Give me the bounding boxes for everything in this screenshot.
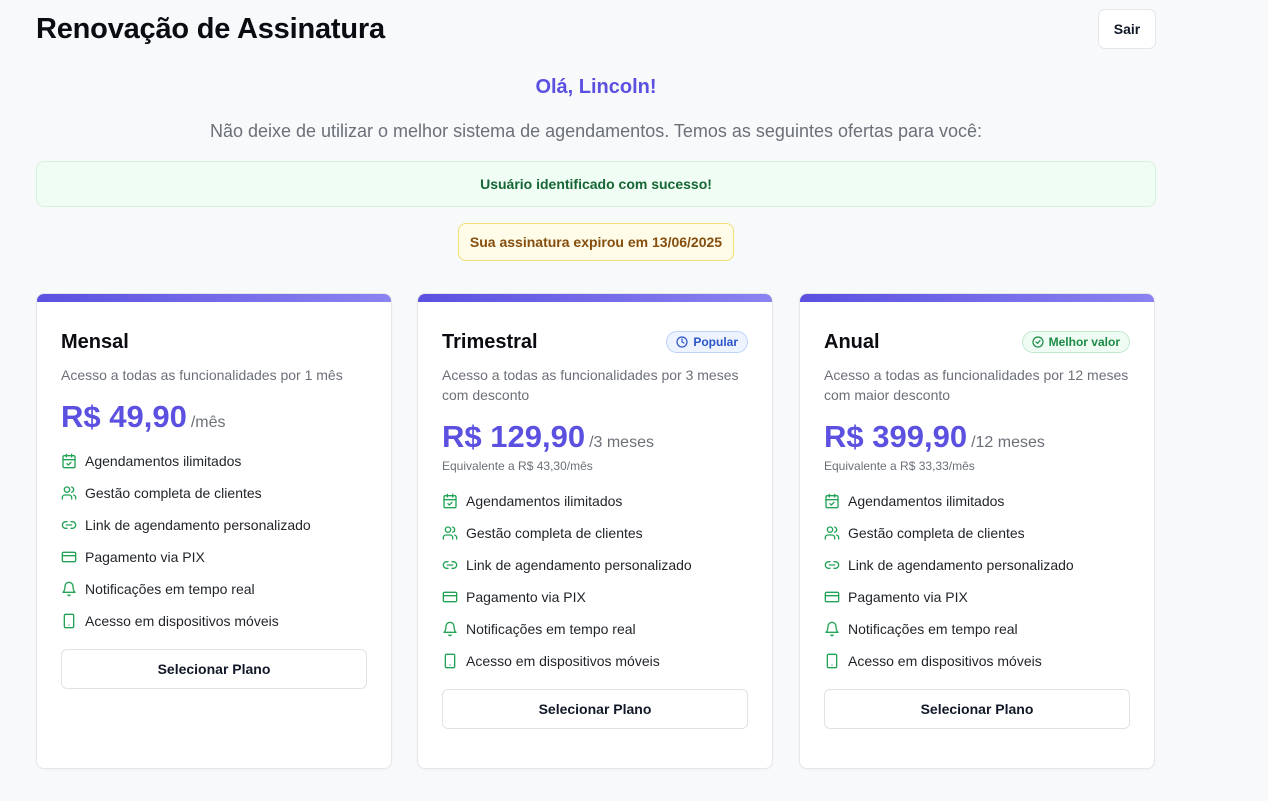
bell-icon [825, 621, 839, 637]
plan-equivalent: Equivalente a R$ 33,33/mês [824, 459, 975, 473]
plan-price: R$ 399,90 [824, 419, 968, 454]
feature-label: Agendamentos ilimitados [848, 493, 1005, 509]
feature-item: Gestão completa de clientes [61, 477, 367, 509]
feature-label: Gestão completa de clientes [466, 525, 643, 541]
feature-item: Link de agendamento personalizado [824, 549, 1130, 581]
plan-name: Anual [824, 330, 880, 353]
feature-item: Gestão completa de clientes [824, 517, 1130, 549]
smartphone-icon [444, 653, 456, 669]
success-alert-text: Usuário identificado com sucesso! [480, 176, 712, 192]
feature-item: Pagamento via PIX [61, 541, 367, 573]
feature-item: Gestão completa de clientes [442, 517, 748, 549]
plan-period: /12 meses [971, 434, 1045, 451]
feature-label: Link de agendamento personalizado [848, 557, 1074, 573]
plan-card-anual: Anual Melhor valor Acesso a todas as fun… [799, 293, 1155, 769]
feature-label: Agendamentos ilimitados [85, 453, 242, 469]
logout-button[interactable]: Sair [1098, 9, 1156, 49]
feature-list: Agendamentos ilimitados Gestão completa … [824, 485, 1130, 677]
feature-label: Gestão completa de clientes [85, 485, 262, 501]
best-value-badge: Melhor valor [1021, 331, 1130, 353]
clock-icon [676, 336, 688, 348]
check-circle-icon [1032, 336, 1044, 348]
users-icon [442, 526, 458, 540]
feature-label: Notificações em tempo real [85, 581, 255, 597]
card-accent-bar [800, 294, 1154, 302]
feature-label: Acesso em dispositivos móveis [848, 653, 1042, 669]
feature-list: Agendamentos ilimitados Gestão completa … [442, 485, 748, 677]
feature-item: Acesso em dispositivos móveis [824, 645, 1130, 677]
feature-item: Agendamentos ilimitados [61, 445, 367, 477]
feature-item: Link de agendamento personalizado [442, 549, 748, 581]
page-title: Renovação de Assinatura [36, 13, 385, 45]
feature-item: Notificações em tempo real [442, 613, 748, 645]
expired-alert-text: Sua assinatura expirou em 13/06/2025 [469, 234, 723, 250]
select-plan-button[interactable]: Selecionar Plano [442, 689, 748, 729]
plan-period: /3 meses [589, 434, 654, 451]
bell-icon [443, 621, 457, 637]
select-plan-button[interactable]: Selecionar Plano [824, 689, 1130, 729]
feature-item: Acesso em dispositivos móveis [61, 605, 367, 637]
calendar-check-icon [825, 493, 839, 509]
feature-item: Agendamentos ilimitados [824, 485, 1130, 517]
feature-item: Pagamento via PIX [442, 581, 748, 613]
plan-name: Mensal [61, 330, 129, 353]
success-alert: Usuário identificado com sucesso! [36, 161, 1156, 207]
feature-item: Notificações em tempo real [61, 573, 367, 605]
plan-card-mensal: Mensal Acesso a todas as funcionalidades… [36, 293, 392, 769]
select-plan-button[interactable]: Selecionar Plano [61, 649, 367, 689]
feature-label: Pagamento via PIX [466, 589, 586, 605]
feature-item: Link de agendamento personalizado [61, 509, 367, 541]
plan-card-trimestral: Trimestral Popular Acesso a todas as fun… [417, 293, 773, 769]
credit-card-icon [824, 591, 840, 603]
plan-equivalent: Equivalente a R$ 43,30/mês [442, 459, 593, 473]
feature-item: Notificações em tempo real [824, 613, 1130, 645]
greeting: Olá, Lincoln! [535, 76, 657, 98]
badge-label: Melhor valor [1048, 335, 1120, 349]
feature-item: Pagamento via PIX [824, 581, 1130, 613]
feature-label: Gestão completa de clientes [848, 525, 1025, 541]
feature-label: Acesso em dispositivos móveis [466, 653, 660, 669]
plan-description: Acesso a todas as funcionalidades por 3 … [442, 367, 739, 403]
plan-price: R$ 129,90 [442, 419, 586, 454]
feature-label: Pagamento via PIX [848, 589, 968, 605]
feature-label: Pagamento via PIX [85, 549, 205, 565]
feature-label: Notificações em tempo real [848, 621, 1018, 637]
credit-card-icon [442, 591, 458, 603]
card-accent-bar [418, 294, 772, 302]
smartphone-icon [63, 613, 75, 629]
users-icon [61, 486, 77, 500]
subtitle: Não deixe de utilizar o melhor sistema d… [209, 121, 983, 141]
feature-label: Agendamentos ilimitados [466, 493, 623, 509]
users-icon [824, 526, 840, 540]
expired-alert: Sua assinatura expirou em 13/06/2025 [458, 223, 734, 261]
feature-label: Acesso em dispositivos móveis [85, 613, 279, 629]
link-icon [61, 521, 77, 529]
smartphone-icon [826, 653, 838, 669]
plan-description: Acesso a todas as funcionalidades por 1 … [61, 367, 343, 383]
card-accent-bar [37, 294, 391, 302]
link-icon [824, 561, 840, 569]
plan-name: Trimestral [442, 330, 538, 353]
calendar-check-icon [62, 453, 76, 469]
feature-item: Acesso em dispositivos móveis [442, 645, 748, 677]
calendar-check-icon [443, 493, 457, 509]
plan-period: /mês [190, 414, 226, 431]
plan-price: R$ 49,90 [61, 399, 187, 434]
feature-item: Agendamentos ilimitados [442, 485, 748, 517]
feature-label: Link de agendamento personalizado [466, 557, 692, 573]
credit-card-icon [61, 551, 77, 563]
popular-badge: Popular [666, 331, 748, 353]
feature-label: Notificações em tempo real [466, 621, 636, 637]
plan-description: Acesso a todas as funcionalidades por 12… [824, 367, 1129, 403]
badge-label: Popular [693, 335, 738, 349]
feature-list: Agendamentos ilimitados Gestão completa … [61, 445, 367, 637]
feature-label: Link de agendamento personalizado [85, 517, 311, 533]
link-icon [442, 561, 458, 569]
bell-icon [62, 581, 76, 597]
